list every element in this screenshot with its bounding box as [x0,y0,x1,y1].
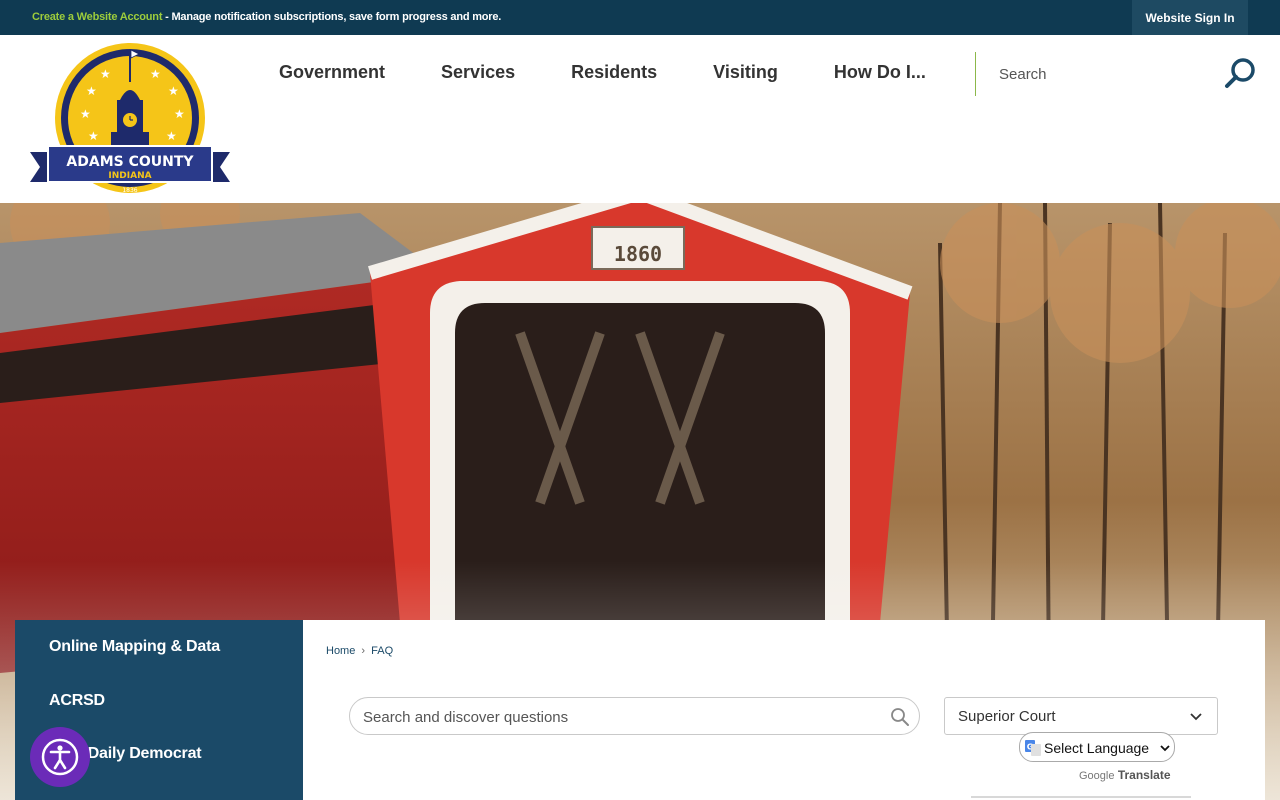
sidebar-item-online-mapping[interactable]: Online Mapping & Data [49,638,220,656]
county-logo[interactable]: ★ ★ ★ ★ ★ ★ ★ ★ ADAMS COUNTY INDIANA 183… [28,40,232,200]
top-utility-bar: Create a Website Account - Manage notifi… [0,0,1280,35]
nav-residents[interactable]: Residents [571,62,657,83]
chevron-down-icon [1190,713,1202,721]
faq-category-value: Superior Court [958,708,1056,725]
accessibility-button[interactable] [30,727,90,787]
breadcrumb-separator: › [361,645,366,657]
account-notice: Create a Website Account - Manage notifi… [32,11,501,23]
language-select-label: Select Language [1044,740,1150,756]
svg-text:★: ★ [86,84,97,98]
svg-text:★: ★ [88,129,99,143]
breadcrumb-home[interactable]: Home [326,645,355,657]
breadcrumb: Home › FAQ [326,645,393,657]
google-g-icon: G [1025,740,1041,756]
translate-link[interactable]: Translate [1118,768,1171,782]
logo-state: INDIANA [108,171,151,181]
create-account-link[interactable]: Create a Website Account [32,11,162,23]
svg-text:★: ★ [166,129,177,143]
faq-search-icon[interactable] [890,707,910,727]
svg-text:★: ★ [174,107,185,121]
faq-category-select[interactable]: Superior Court [944,697,1218,735]
nav-services[interactable]: Services [441,62,515,83]
main-nav: Government Services Residents Visiting H… [279,62,926,83]
svg-text:★: ★ [80,107,91,121]
divider [971,796,1191,798]
svg-text:★: ★ [100,67,111,81]
nav-government[interactable]: Government [279,62,385,83]
search-button[interactable] [1222,55,1260,93]
powered-by-google: Google Translate [1079,768,1171,782]
chevron-down-icon [1160,745,1170,752]
sign-in-button[interactable]: Website Sign In [1132,0,1248,35]
main-content: Home › FAQ Superior Court G Select Langu… [303,620,1265,800]
svg-text:★: ★ [168,84,179,98]
logo-name: ADAMS COUNTY [66,154,194,170]
logo-year: 1836 [122,187,137,194]
site-search-input[interactable] [990,59,1210,89]
language-select[interactable]: G Select Language [1019,732,1175,762]
site-header: ★ ★ ★ ★ ★ ★ ★ ★ ADAMS COUNTY INDIANA 183… [0,35,1280,203]
google-wordmark: Google [1079,770,1115,782]
nav-how-do-i[interactable]: How Do I... [834,62,926,83]
faq-search-input[interactable] [363,707,883,727]
faq-search-box [349,697,920,735]
breadcrumb-current[interactable]: FAQ [371,645,393,657]
nav-visiting[interactable]: Visiting [713,62,778,83]
notice-text: - Manage notification subscriptions, sav… [162,11,502,23]
accessibility-icon [41,738,79,776]
search-divider [975,52,976,96]
svg-text:★: ★ [150,67,161,81]
magnifier-icon [1225,58,1255,88]
sidebar-item-acrsd[interactable]: ACRSD [49,692,105,710]
